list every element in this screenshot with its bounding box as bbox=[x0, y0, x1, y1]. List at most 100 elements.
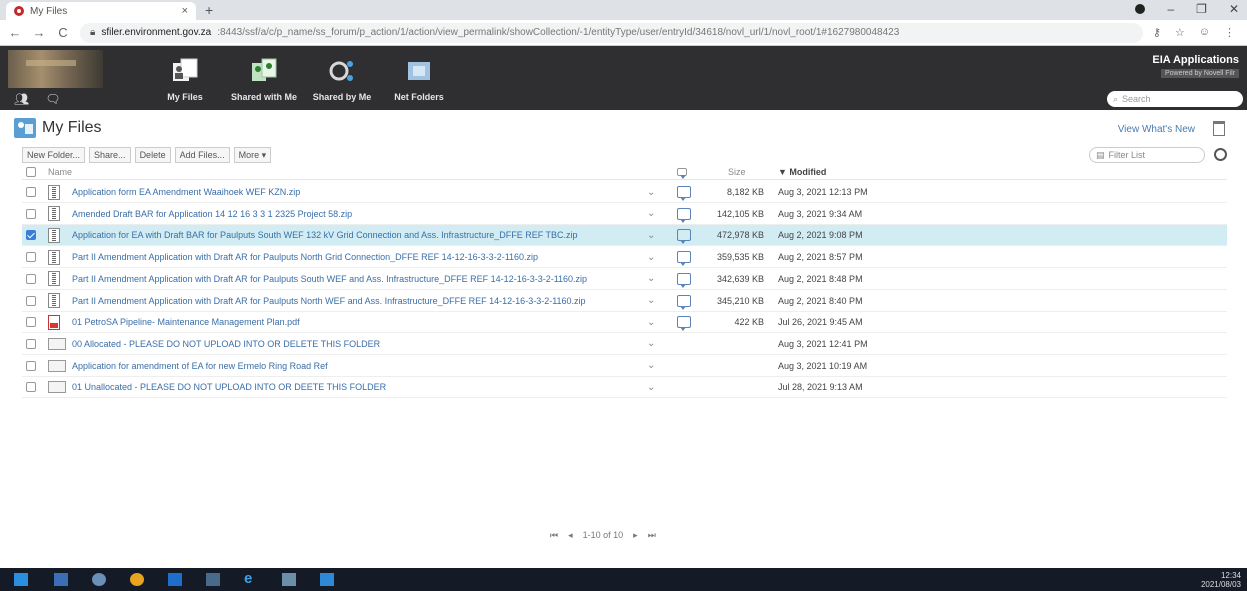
nav-my-files[interactable]: My Files bbox=[145, 52, 225, 108]
row-menu-icon[interactable]: ⌄ bbox=[647, 356, 655, 376]
comment-bubble-icon[interactable] bbox=[677, 247, 691, 267]
back-icon[interactable]: ← bbox=[8, 25, 22, 40]
prev-page-icon[interactable]: ◂ bbox=[568, 530, 573, 541]
column-name-header[interactable]: Name bbox=[48, 164, 72, 179]
select-all-checkbox[interactable] bbox=[26, 164, 36, 179]
forward-icon[interactable]: → bbox=[32, 25, 46, 40]
comment-bubble-icon[interactable] bbox=[677, 312, 691, 332]
row-checkbox[interactable] bbox=[26, 334, 36, 354]
table-row[interactable]: Amended Draft BAR for Application 14 12 … bbox=[22, 204, 1227, 225]
file-name-link[interactable]: Part II Amendment Application with Draft… bbox=[72, 269, 587, 289]
search-input[interactable]: ⌕ Search bbox=[1107, 91, 1243, 107]
row-checkbox[interactable] bbox=[26, 377, 36, 397]
last-page-icon[interactable]: ⏭ bbox=[648, 530, 656, 541]
nav-shared-by-me[interactable]: Shared by Me bbox=[302, 52, 382, 108]
app-window-icon[interactable] bbox=[320, 573, 334, 586]
row-checkbox[interactable] bbox=[26, 204, 36, 224]
table-row[interactable]: 00 Allocated - PLEASE DO NOT UPLOAD INTO… bbox=[22, 334, 1227, 355]
new-tab-button[interactable]: + bbox=[205, 2, 213, 18]
people-icon[interactable]: 👥︎ bbox=[14, 92, 29, 106]
gear-icon[interactable] bbox=[1214, 148, 1227, 161]
row-menu-icon[interactable]: ⌄ bbox=[647, 334, 655, 354]
new-folder-button[interactable]: New Folder... bbox=[22, 147, 86, 163]
taskbar-clock[interactable]: 12:34 2021/08/03 bbox=[1201, 571, 1241, 589]
next-page-icon[interactable]: ▸ bbox=[633, 530, 638, 541]
row-menu-icon[interactable]: ⌄ bbox=[647, 247, 655, 267]
file-name-link[interactable]: 01 Unallocated - PLEASE DO NOT UPLOAD IN… bbox=[72, 377, 386, 397]
profile-icon[interactable]: ☺ bbox=[1199, 26, 1210, 39]
browser-menu-icon[interactable]: ⋮ bbox=[1224, 26, 1235, 39]
browser-tab-bar: My Files × + – ❐ ✕ bbox=[0, 0, 1247, 20]
task-view-icon[interactable] bbox=[54, 573, 68, 586]
first-page-icon[interactable]: ⏮ bbox=[550, 530, 558, 541]
view-whats-new-link[interactable]: View What's New bbox=[1118, 124, 1195, 135]
row-menu-icon[interactable]: ⌄ bbox=[647, 312, 655, 332]
file-size: 359,535 KB bbox=[716, 252, 764, 263]
tab-close-icon[interactable]: × bbox=[182, 5, 188, 17]
file-name-link[interactable]: Application form EA Amendment Waaihoek W… bbox=[72, 182, 300, 202]
row-menu-icon[interactable]: ⌄ bbox=[647, 225, 655, 245]
settings-app-icon[interactable] bbox=[92, 573, 106, 586]
row-menu-icon[interactable]: ⌄ bbox=[647, 291, 655, 311]
table-row[interactable]: Part II Amendment Application with Draft… bbox=[22, 247, 1227, 269]
file-modified: Aug 3, 2021 12:13 PM bbox=[778, 187, 868, 197]
minimize-icon[interactable]: – bbox=[1167, 2, 1174, 16]
column-size-header[interactable]: Size bbox=[728, 164, 784, 179]
comment-bubble-icon[interactable] bbox=[677, 225, 691, 245]
outlook-icon[interactable] bbox=[168, 573, 182, 586]
edge-icon[interactable]: e bbox=[244, 570, 258, 587]
share-button[interactable]: Share... bbox=[89, 147, 131, 163]
key-icon[interactable]: ⚷ bbox=[1153, 26, 1161, 39]
comment-bubble-icon[interactable] bbox=[677, 182, 691, 202]
row-checkbox[interactable] bbox=[26, 182, 36, 202]
photos-icon[interactable] bbox=[206, 573, 220, 586]
row-checkbox[interactable] bbox=[26, 247, 36, 267]
bookmark-star-icon[interactable]: ☆ bbox=[1175, 26, 1185, 39]
row-menu-icon[interactable]: ⌄ bbox=[647, 377, 655, 397]
row-checkbox[interactable] bbox=[26, 356, 36, 376]
row-menu-icon[interactable]: ⌄ bbox=[647, 269, 655, 289]
add-files-button[interactable]: Add Files... bbox=[174, 147, 230, 163]
table-row[interactable]: Part II Amendment Application with Draft… bbox=[22, 291, 1227, 312]
row-checkbox[interactable] bbox=[26, 269, 36, 289]
table-row[interactable]: Application form EA Amendment Waaihoek W… bbox=[22, 182, 1227, 203]
more-button[interactable]: More ▾ bbox=[233, 147, 272, 163]
comment-bubble-icon[interactable] bbox=[677, 269, 691, 289]
file-name-link[interactable]: 01 PetroSA Pipeline- Maintenance Managem… bbox=[72, 312, 300, 332]
file-name-link[interactable]: Part II Amendment Application with Draft… bbox=[72, 247, 538, 267]
row-menu-icon[interactable]: ⌄ bbox=[647, 204, 655, 224]
delete-button[interactable]: Delete bbox=[134, 147, 171, 163]
file-name-link[interactable]: 00 Allocated - PLEASE DO NOT UPLOAD INTO… bbox=[72, 334, 380, 354]
close-window-icon[interactable]: ✕ bbox=[1229, 2, 1239, 16]
browser-tab[interactable]: My Files × bbox=[6, 2, 196, 20]
file-name-link[interactable]: Amended Draft BAR for Application 14 12 … bbox=[72, 204, 352, 224]
table-row[interactable]: Part II Amendment Application with Draft… bbox=[22, 269, 1227, 290]
url-field[interactable]: 🔒︎ sfiler.environment.gov.za:8443/ssf/a/… bbox=[80, 22, 1143, 43]
row-checkbox[interactable] bbox=[26, 312, 36, 332]
app-brand[interactable]: EIA Applications Powered by Novell Filr bbox=[1152, 54, 1239, 78]
restore-icon[interactable]: ❐ bbox=[1196, 2, 1207, 16]
table-row[interactable]: Application for EA with Draft BAR for Pa… bbox=[22, 225, 1227, 247]
comment-icon[interactable]: 🗨︎ bbox=[45, 92, 60, 106]
nav-shared-with-me[interactable]: Shared with Me bbox=[224, 52, 304, 108]
row-checkbox[interactable] bbox=[26, 291, 36, 311]
row-menu-icon[interactable]: ⌄ bbox=[647, 182, 655, 202]
table-row[interactable]: Application for amendment of EA for new … bbox=[22, 356, 1227, 377]
windows-start-icon[interactable] bbox=[14, 573, 28, 586]
zip-file-icon bbox=[48, 182, 60, 202]
table-row[interactable]: 01 PetroSA Pipeline- Maintenance Managem… bbox=[22, 312, 1227, 334]
people-app-icon[interactable] bbox=[282, 573, 296, 586]
trash-icon[interactable] bbox=[1213, 121, 1225, 136]
nav-net-folders[interactable]: Net Folders bbox=[379, 52, 459, 108]
table-row[interactable]: 01 Unallocated - PLEASE DO NOT UPLOAD IN… bbox=[22, 377, 1227, 399]
row-checkbox[interactable] bbox=[26, 225, 36, 245]
comment-bubble-icon[interactable] bbox=[677, 291, 691, 311]
reload-icon[interactable]: C bbox=[56, 25, 70, 40]
file-name-link[interactable]: Part II Amendment Application with Draft… bbox=[72, 291, 586, 311]
chrome-icon[interactable] bbox=[130, 573, 144, 586]
comment-bubble-icon[interactable] bbox=[677, 204, 691, 224]
file-name-link[interactable]: Application for EA with Draft BAR for Pa… bbox=[72, 225, 578, 245]
file-name-link[interactable]: Application for amendment of EA for new … bbox=[72, 356, 328, 376]
column-modified-header[interactable]: ▼ Modified bbox=[778, 164, 826, 179]
filter-list-input[interactable]: ▤ Filter List bbox=[1089, 147, 1205, 163]
